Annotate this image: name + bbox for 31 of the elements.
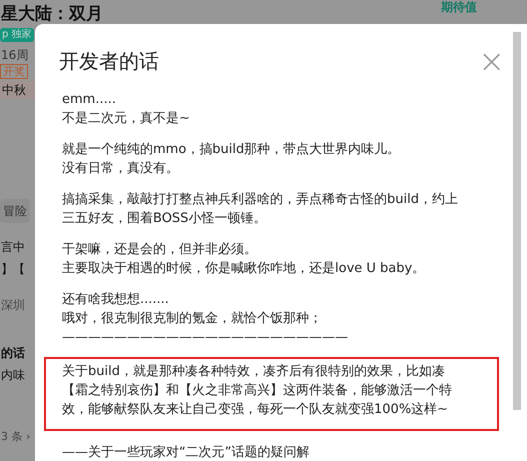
paragraph-line: 主要取决于相遇的时候，你是喊瞅你咋地，还是love U baby。: [62, 260, 426, 278]
paragraph-line: 干架嘛，还是会的，但并非必须。: [62, 241, 258, 259]
more-link[interactable]: 3 条 ›: [0, 429, 30, 446]
award-tag: 开奖: [0, 64, 28, 79]
paragraph-line: 哦对，很克制很克制的氪金，就恰个饭那种；: [62, 310, 323, 328]
paragraph-line: 就是一个纯纯的mmo，搞build那种，带点大世界内味儿。: [62, 141, 402, 159]
genre-tag: 冒险: [0, 199, 30, 223]
paragraph-line: 关于build，就是那种凑各种特效，凑齐后有很特别的效果，比如凑: [62, 363, 446, 381]
comment-text: 】【: [0, 261, 25, 278]
dialog-title: 开发者的话: [59, 48, 159, 75]
paragraph-line: 【霜之特别哀伤】和【火之非常高兴】这两件装备，能够激活一个特: [62, 382, 453, 400]
paragraph-line: 还有啥我想想.......: [62, 291, 170, 309]
age-rating: 16周: [0, 47, 28, 64]
comment-text: 言中: [0, 239, 25, 256]
comment-text: 内味: [0, 367, 25, 384]
comment-text: 深圳: [0, 297, 25, 314]
paragraph-line: 没有日常，真没有。: [62, 160, 180, 178]
scrollbar[interactable]: [513, 32, 521, 410]
close-button[interactable]: ×: [478, 46, 505, 76]
game-title: 星大陆：双月: [0, 3, 103, 26]
rating-label: 期待值: [441, 0, 477, 14]
paragraph-line: ——————————————————————: [62, 329, 349, 347]
paragraph-line: 效，能够献祭队友来让自己变强，每死一个队友就变强100%这样~: [62, 401, 450, 419]
exclusive-badge: p 独家: [0, 28, 34, 42]
paragraph-line: ——关于一些玩家对“二次元”话题的疑问解: [62, 444, 310, 461]
paragraph-line: emm.....: [62, 91, 117, 109]
comment-text: 的话: [0, 345, 25, 362]
paragraph-line: 搞搞采集，敲敲打打整点神兵利器啥的，弄点稀奇古怪的build，约上: [62, 191, 459, 209]
paragraph-line: 不是二次元，真不是~: [62, 110, 191, 128]
paragraph-line: 三五好友，围着BOSS小怪一顿锤。: [62, 210, 268, 228]
banner-text: 中秋: [0, 81, 35, 99]
